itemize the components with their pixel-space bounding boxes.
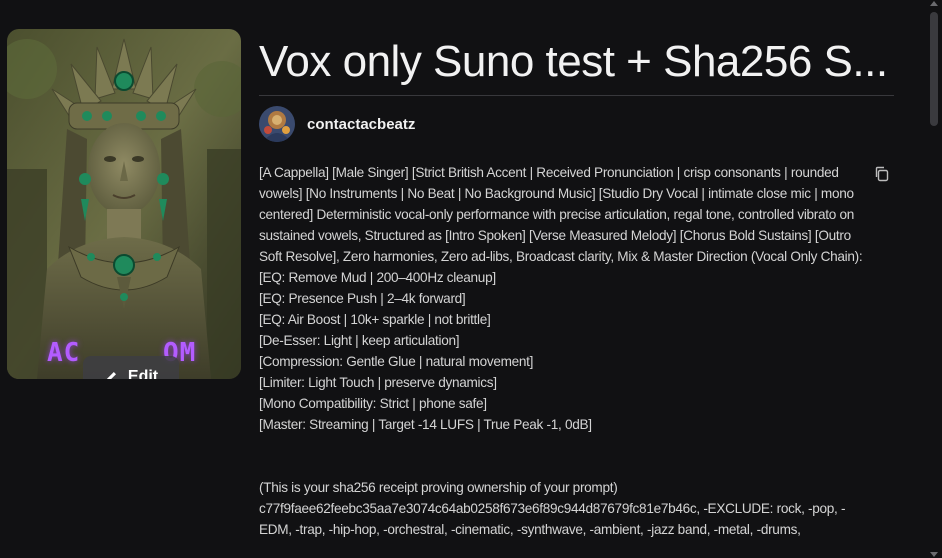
- description-line: [De-Esser: Light | keep articulation]: [259, 333, 460, 348]
- author-name[interactable]: contactacbeatz: [307, 116, 415, 133]
- author-avatar[interactable]: [259, 106, 295, 142]
- description-line: (This is your sha256 receipt proving own…: [259, 480, 618, 495]
- description-line: [EQ: Presence Push | 2–4k forward]: [259, 291, 466, 306]
- page-scrollbar[interactable]: [926, 0, 942, 558]
- cover-logo-left: AC: [47, 338, 81, 368]
- cover-art[interactable]: AC OM Edit: [7, 29, 241, 379]
- song-title: Vox only Suno test + Sha256 S...: [259, 37, 888, 86]
- description-line: [Mono Compatibility: Strict | phone safe…: [259, 396, 487, 411]
- description-line: [Master: Streaming | Target -14 LUFS | T…: [259, 417, 592, 432]
- scroll-down-arrow[interactable]: [930, 552, 938, 557]
- cover-logo-text: AC OM: [47, 338, 195, 368]
- song-description: [A Cappella] [Male Singer] [Strict Briti…: [259, 162, 869, 540]
- description-line: [Compression: Gentle Glue | natural move…: [259, 354, 534, 369]
- description-line: [Limiter: Light Touch | preserve dynamic…: [259, 375, 497, 390]
- description-hash-line: c77f9faee62feebc35aa7e3074c64ab0258f673e…: [259, 501, 846, 537]
- description-line: [EQ: Remove Mud | 200–400Hz cleanup]: [259, 270, 496, 285]
- copy-icon[interactable]: [873, 165, 891, 183]
- scroll-up-arrow[interactable]: [930, 1, 938, 6]
- edit-button-label: Edit: [127, 368, 159, 379]
- title-divider: [259, 95, 894, 96]
- description-paragraph: [A Cappella] [Male Singer] [Strict Briti…: [259, 165, 863, 264]
- cover-image: [7, 29, 241, 379]
- song-page: AC OM Edit Vox only Suno test + Sha256 S…: [0, 0, 942, 558]
- author-link[interactable]: contactacbeatz: [259, 106, 415, 142]
- scroll-thumb[interactable]: [930, 12, 938, 126]
- description-line: [EQ: Air Boost | 10k+ sparkle | not brit…: [259, 312, 491, 327]
- edit-cover-button[interactable]: Edit: [83, 356, 179, 379]
- pencil-icon: [106, 372, 116, 379]
